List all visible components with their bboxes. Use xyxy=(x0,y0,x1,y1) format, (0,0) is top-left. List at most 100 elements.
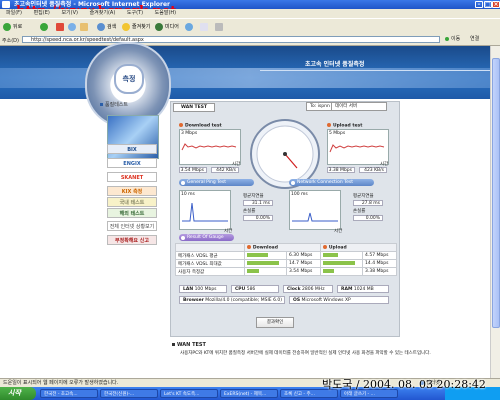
table-row: 메가패스 VDSL 최대값 14.7 Mbps 14.4 Mbps xyxy=(175,259,397,268)
ping-test-pill[interactable]: General Ping Test xyxy=(179,179,254,186)
browser-info: Browser Mozilla/4.0 (compatible; MSIE 6.… xyxy=(179,296,285,304)
down-bar xyxy=(246,252,268,257)
table-header-download-text: Download xyxy=(252,245,278,251)
up-bar-cell xyxy=(319,267,364,276)
lan-label: LAN xyxy=(183,287,194,292)
print-icon xyxy=(215,22,223,31)
sidebar-item-engix[interactable]: ENGIX xyxy=(107,158,157,168)
clock-label: Clock xyxy=(287,287,301,292)
upload-graph: 5 Mbps xyxy=(327,129,389,165)
sidebar-item-skanet[interactable]: SKANET xyxy=(107,172,157,182)
sidebar-title-text: 품질테스트 xyxy=(105,102,129,108)
os-label: OS xyxy=(293,298,301,303)
net-axis: 시간 xyxy=(334,229,343,234)
net-line xyxy=(292,212,338,222)
row-label: 메가패스 VDSL 평균 xyxy=(175,251,245,260)
go-button[interactable]: 이동 xyxy=(445,36,460,43)
result-table: Download Upload 메가패스 VDSL 평균 6.30 Mbps 4… xyxy=(175,243,398,276)
net-graph: 100 ms xyxy=(289,190,341,230)
download-title-text: Download test xyxy=(185,123,222,129)
media-button[interactable]: 미디어 xyxy=(155,22,179,32)
speed-test-panel: WAN TEST To: ispnn 데이터 서버 Download test … xyxy=(170,101,400,337)
taskbar-item[interactable]: 한국전 - 초고속... xyxy=(40,389,98,398)
sidebar-item-bix[interactable]: BIX xyxy=(107,144,157,154)
search-label: 검색 xyxy=(107,24,117,30)
start-button[interactable]: 시작 xyxy=(0,387,36,400)
menu-favorites[interactable]: 즐겨찾기(A) xyxy=(90,10,116,16)
desc-bullet-icon xyxy=(172,343,175,346)
up-value: 4.57 Mbps xyxy=(362,251,397,260)
address-input[interactable]: http://speed.nca.or.kr/speedtest/default… xyxy=(22,36,440,43)
dial-center: 측정 xyxy=(114,64,144,94)
ie-icon xyxy=(2,1,10,8)
network-test-pill[interactable]: Network Connection Test xyxy=(289,179,374,186)
upload-icon xyxy=(327,123,331,127)
row-label: 사용자 측정값 xyxy=(175,267,245,276)
sidebar-item-status[interactable]: 전체 인터넷 상황보기 xyxy=(107,221,157,231)
down-value: 14.7 Mbps xyxy=(286,259,321,268)
menu-tools[interactable]: 도구(T) xyxy=(127,10,143,16)
scroll-thumb[interactable] xyxy=(492,58,500,328)
close-button[interactable]: × xyxy=(492,1,500,8)
up-value: 3.38 Mbps xyxy=(362,267,397,276)
desc-title-text: WAN TEST xyxy=(177,342,206,348)
os-info: OS Microsoft Windows XP xyxy=(289,296,389,304)
confirm-result-button[interactable]: 결과확인 xyxy=(256,317,294,328)
taskbar-item[interactable]: Let's KT 속도측... xyxy=(160,389,218,398)
cpu-value: 586 xyxy=(246,287,256,292)
minimize-button[interactable]: – xyxy=(475,1,483,8)
mail-button[interactable] xyxy=(200,22,210,32)
upload-line xyxy=(329,144,385,153)
server-select[interactable]: 데이터 서버 xyxy=(331,102,387,111)
down-bar xyxy=(246,260,279,265)
taskbar-item[interactable]: ExERS(net) - 제목... xyxy=(220,389,278,398)
upload-title: Upload test xyxy=(327,123,362,129)
taskbar-item[interactable]: 한국전(신원)-... xyxy=(100,389,158,398)
vertical-scrollbar[interactable] xyxy=(490,46,500,378)
desc-text: 사용자PC와 KT에 위치한 품질측정 서버간에 실제 데이터를 전송하여 일반… xyxy=(180,351,431,356)
down-bar xyxy=(246,268,259,273)
home-button[interactable] xyxy=(80,22,90,32)
refresh-icon xyxy=(68,22,76,31)
media-label: 미디어 xyxy=(165,24,179,30)
up-bar xyxy=(322,260,355,265)
table-header-upload: Upload xyxy=(319,243,398,252)
history-button[interactable] xyxy=(185,22,195,32)
menu-edit[interactable]: 편집(E) xyxy=(34,10,50,16)
address-bar: 주소(D) http://speed.nca.or.kr/speedtest/d… xyxy=(0,35,500,46)
menu-help[interactable]: 도움말(H) xyxy=(155,10,176,16)
browser-label: Browser xyxy=(183,298,204,303)
sidebar-item-kix[interactable]: KIX 측정 xyxy=(107,186,157,196)
ping-line xyxy=(182,202,228,222)
sidebar-title: 품질테스트 xyxy=(100,101,128,108)
refresh-button[interactable] xyxy=(68,22,78,32)
desc-title: WAN TEST xyxy=(172,342,206,348)
menu-view[interactable]: 보기(V) xyxy=(61,10,78,16)
forward-button[interactable] xyxy=(40,22,50,32)
tab-wan-test[interactable]: WAN TEST xyxy=(173,103,215,112)
search-button[interactable]: 검색 xyxy=(97,22,116,32)
go-label: 이동 xyxy=(451,36,461,42)
table-header-row: Download Upload xyxy=(175,243,398,252)
sidebar-item-report[interactable]: 부정확해요 신고 xyxy=(107,235,157,245)
sidebar-item-overseas[interactable]: 해외 테스트 xyxy=(107,208,157,218)
maximize-button[interactable]: □ xyxy=(484,1,492,8)
history-icon xyxy=(185,22,193,31)
stop-button[interactable] xyxy=(56,22,66,32)
print-button[interactable] xyxy=(215,22,225,32)
back-button[interactable]: 뒤로 xyxy=(3,22,22,32)
download-line xyxy=(181,143,237,151)
table-row: 사용자 측정값 3.54 Mbps 3.38 Mbps xyxy=(175,267,397,276)
result-pill[interactable]: Result Of Gauge xyxy=(179,234,234,241)
status-text: 드운일이 표시되어 웹 페이지에 오류가 발생하였습니다. xyxy=(3,380,119,386)
menu-file[interactable]: 파일(F) xyxy=(6,10,22,16)
favorites-button[interactable]: 즐겨찾기 xyxy=(122,22,150,32)
home-icon xyxy=(80,22,88,31)
sidebar-item-domestic[interactable]: 국내 테스트 xyxy=(107,197,157,207)
download-graph: 3 Mbps xyxy=(179,129,241,165)
up-bar-cell xyxy=(319,251,364,260)
links-button[interactable]: 연결 xyxy=(470,36,479,43)
go-arrow-icon xyxy=(445,36,449,41)
ram-info: RAM 1024 MB xyxy=(337,285,389,293)
timestamp-watermark: 박도국 / 2004. 08. 03 20:28:42 xyxy=(322,378,486,391)
